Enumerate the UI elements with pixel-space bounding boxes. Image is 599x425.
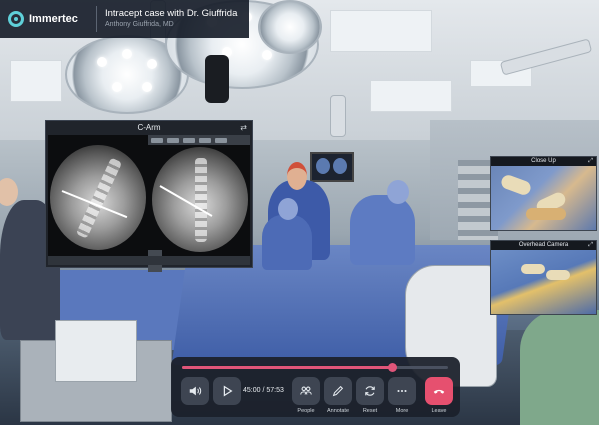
play-button[interactable]	[213, 377, 241, 405]
close-up-label: Close Up ⤢	[491, 157, 596, 166]
brand-name: Immertec	[29, 13, 78, 25]
surgeon-primary-head	[387, 180, 409, 204]
staff-foreground	[520, 310, 599, 425]
reset-button[interactable]	[356, 377, 384, 405]
brand-logo: Immertec	[0, 11, 88, 27]
surgeon-primary	[350, 195, 415, 265]
progress-knob[interactable]	[388, 363, 398, 372]
session-header: Immertec Intracept case with Dr. Giuffri…	[0, 0, 249, 38]
expand-icon[interactable]: ⤢	[588, 241, 593, 250]
nurse-head	[278, 198, 298, 220]
surgeon-head	[287, 162, 307, 190]
ceiling-camera	[205, 55, 229, 103]
time-display: 45:00 / 57:53	[243, 387, 284, 394]
session-info: Intracept case with Dr. Giuffrida Anthon…	[105, 8, 237, 30]
xray-status-bar	[48, 256, 250, 265]
close-up-camera-feed[interactable]: Close Up ⤢	[490, 156, 597, 231]
immertec-logo-icon	[8, 11, 24, 27]
c-arm-title-bar: C-Arm ⇄	[46, 121, 252, 134]
playback-control-bar: 45:00 / 57:53 People Annotate Reset More…	[171, 357, 460, 417]
xray-image-ap	[152, 147, 248, 252]
progress-fill	[182, 366, 393, 369]
people-button[interactable]	[292, 377, 320, 405]
c-arm-panel[interactable]: C-Arm ⇄	[45, 120, 253, 272]
xray-toolbar	[148, 135, 250, 145]
equipment-box	[55, 320, 137, 382]
session-subtitle: Anthony Giuffrida, MD	[105, 21, 174, 28]
boom-arm-2	[330, 95, 346, 137]
nurse	[262, 215, 312, 270]
surgical-light-right	[258, 0, 322, 54]
expand-icon[interactable]: ⤢	[588, 157, 593, 166]
wall-monitor	[310, 152, 354, 182]
overhead-label: Overhead Camera ⤢	[491, 241, 596, 250]
pencil-icon	[332, 385, 344, 397]
observer-head	[0, 178, 18, 206]
volume-button[interactable]	[181, 377, 209, 405]
session-title: Intracept case with Dr. Giuffrida	[105, 8, 238, 19]
overhead-video	[491, 250, 596, 314]
progress-bar[interactable]	[182, 363, 448, 372]
leave-button[interactable]	[425, 377, 453, 405]
more-icon	[397, 389, 407, 393]
leave-label: Leave	[431, 408, 447, 414]
annotate-button[interactable]	[324, 377, 352, 405]
xray-image-lateral	[50, 145, 146, 250]
header-divider	[96, 6, 97, 32]
fluoroscopy-view	[48, 135, 250, 272]
play-icon	[223, 385, 233, 397]
people-icon	[300, 386, 312, 395]
close-up-video	[491, 166, 596, 230]
refresh-icon	[365, 386, 375, 396]
overhead-camera-feed[interactable]: Overhead Camera ⤢	[490, 240, 597, 315]
hang-up-icon	[433, 389, 445, 394]
c-arm-title: C-Arm	[137, 123, 161, 132]
volume-icon	[189, 386, 202, 396]
more-button[interactable]	[388, 377, 416, 405]
more-label: More	[395, 408, 409, 414]
swap-icon[interactable]: ⇄	[240, 121, 247, 134]
